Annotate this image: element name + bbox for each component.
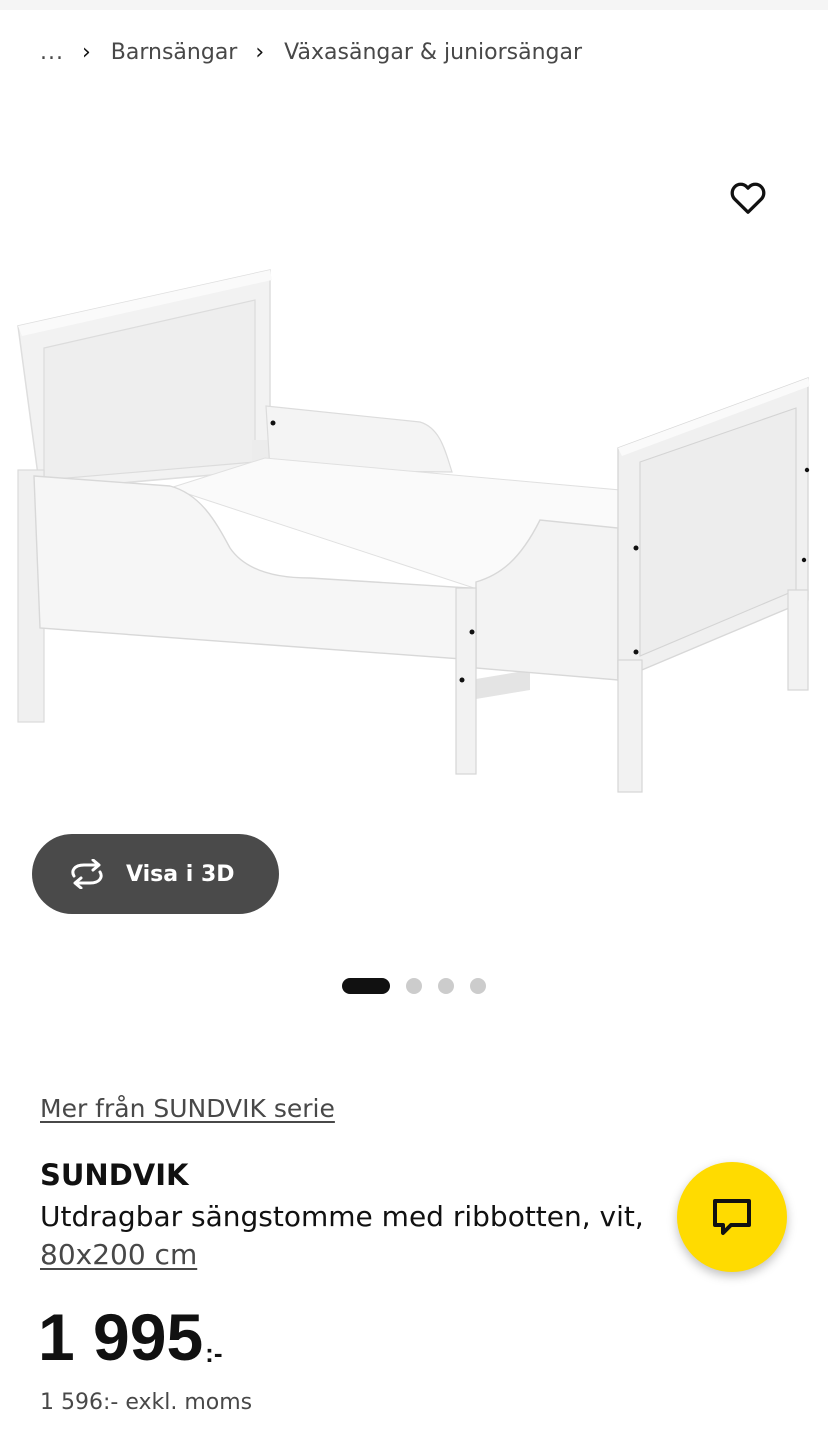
view-in-3d-button[interactable]: Visa i 3D <box>32 834 279 914</box>
chat-button[interactable] <box>677 1162 787 1272</box>
pagination-dot-1[interactable] <box>342 978 390 994</box>
heart-outline-icon <box>730 182 766 214</box>
price: 1 995 :- <box>38 1304 223 1370</box>
product-image[interactable] <box>0 255 828 815</box>
rotate-3d-icon <box>66 857 110 891</box>
price-excl-vat: 1 596:- exkl. moms <box>40 1390 253 1415</box>
pagination-dot-4[interactable] <box>470 978 486 994</box>
breadcrumb-ellipsis[interactable]: ... <box>40 40 64 65</box>
pagination-dot-2[interactable] <box>406 978 422 994</box>
series-link[interactable]: Mer från SUNDVIK serie <box>40 1094 335 1123</box>
breadcrumb-item-barnsangar[interactable]: Barnsängar <box>111 40 238 65</box>
price-amount: 1 995 <box>38 1300 204 1374</box>
breadcrumb-item-vaxasangar[interactable]: Växasängar & juniorsängar <box>284 40 582 65</box>
image-pagination <box>342 978 502 994</box>
view-in-3d-label: Visa i 3D <box>126 861 235 887</box>
favorite-button[interactable] <box>722 172 774 224</box>
product-size-link[interactable]: 80x200 cm <box>40 1238 197 1271</box>
breadcrumb-separator-icon: › <box>81 39 91 65</box>
top-strip <box>0 0 828 10</box>
breadcrumb: ... › Barnsängar › Växasängar & juniorsä… <box>40 36 582 68</box>
breadcrumb-separator-icon: › <box>255 39 265 65</box>
pagination-dot-3[interactable] <box>438 978 454 994</box>
product-name: SUNDVIK <box>40 1158 189 1192</box>
product-description: Utdragbar sängstomme med ribbotten, vit, <box>40 1200 644 1233</box>
chat-bubble-icon <box>713 1199 751 1235</box>
price-suffix: :- <box>205 1338 223 1368</box>
